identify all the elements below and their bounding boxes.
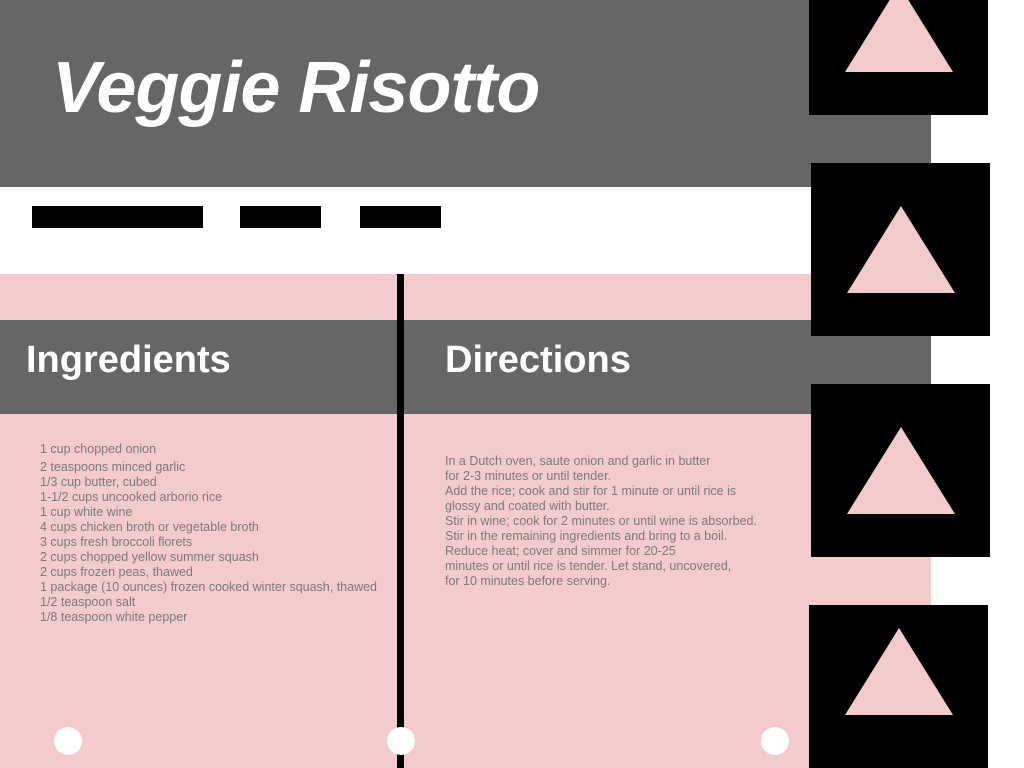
direction-line: glossy and coated with butter. xyxy=(445,499,610,513)
direction-line: Stir in wine; cook for 2 minutes or unti… xyxy=(445,514,757,528)
ingredients-list: 1 cup chopped onion 2 teaspoons minced g… xyxy=(40,442,377,625)
triangle-icon xyxy=(846,206,955,293)
thumbnail-3[interactable] xyxy=(811,384,990,557)
ingredient-item: 1/8 teaspoon white pepper xyxy=(40,610,188,624)
carousel-dot-1[interactable] xyxy=(54,727,82,755)
column-divider xyxy=(397,274,404,768)
ingredients-heading: Ingredients xyxy=(26,339,231,381)
ingredient-item: 1 cup white wine xyxy=(40,505,133,519)
ingredient-item: 3 cups fresh broccoli florets xyxy=(40,535,193,549)
carousel-dot-2[interactable] xyxy=(387,727,415,755)
directions-text: In a Dutch oven, saute onion and garlic … xyxy=(445,454,785,589)
nav-item-2[interactable] xyxy=(240,206,321,228)
thumbnail-4[interactable] xyxy=(809,605,988,768)
thumbnail-2[interactable] xyxy=(811,163,990,336)
triangle-icon xyxy=(844,0,953,72)
direction-line: Add the rice; cook and stir for 1 minute… xyxy=(445,484,737,498)
page-title: Veggie Risotto xyxy=(52,48,540,128)
direction-line: for 10 minutes before serving. xyxy=(445,574,611,588)
ingredient-item: 1/2 teaspoon salt xyxy=(40,595,136,609)
triangle-icon xyxy=(846,427,955,514)
carousel-dot-3[interactable] xyxy=(761,727,789,755)
direction-line: Stir in the remaining ingredients and br… xyxy=(445,529,728,543)
ingredient-item: 1-1/2 cups uncooked arborio rice xyxy=(40,490,223,504)
ingredient-item: 1 package (10 ounces) frozen cooked wint… xyxy=(40,580,378,594)
ingredient-item: 4 cups chicken broth or vegetable broth xyxy=(40,520,259,534)
triangle-icon xyxy=(844,628,953,715)
direction-line: In a Dutch oven, saute onion and garlic … xyxy=(445,454,711,468)
nav-item-1[interactable] xyxy=(32,206,203,228)
ingredient-item: 1 cup chopped onion xyxy=(40,442,157,456)
thumbnail-1[interactable] xyxy=(809,0,988,115)
ingredient-item: 2 teaspoons minced garlic xyxy=(40,460,186,474)
directions-heading: Directions xyxy=(445,339,631,381)
ingredient-item: 2 cups chopped yellow summer squash xyxy=(40,550,259,564)
direction-line: minutes or until rice is tender. Let sta… xyxy=(445,559,732,573)
nav-item-3[interactable] xyxy=(360,206,441,228)
direction-line: Reduce heat; cover and simmer for 20-25 xyxy=(445,544,676,558)
ingredient-item: 2 cups frozen peas, thawed xyxy=(40,565,193,579)
ingredient-item: 1/3 cup butter, cubed xyxy=(40,475,157,489)
direction-line: for 2-3 minutes or until tender. xyxy=(445,469,612,483)
